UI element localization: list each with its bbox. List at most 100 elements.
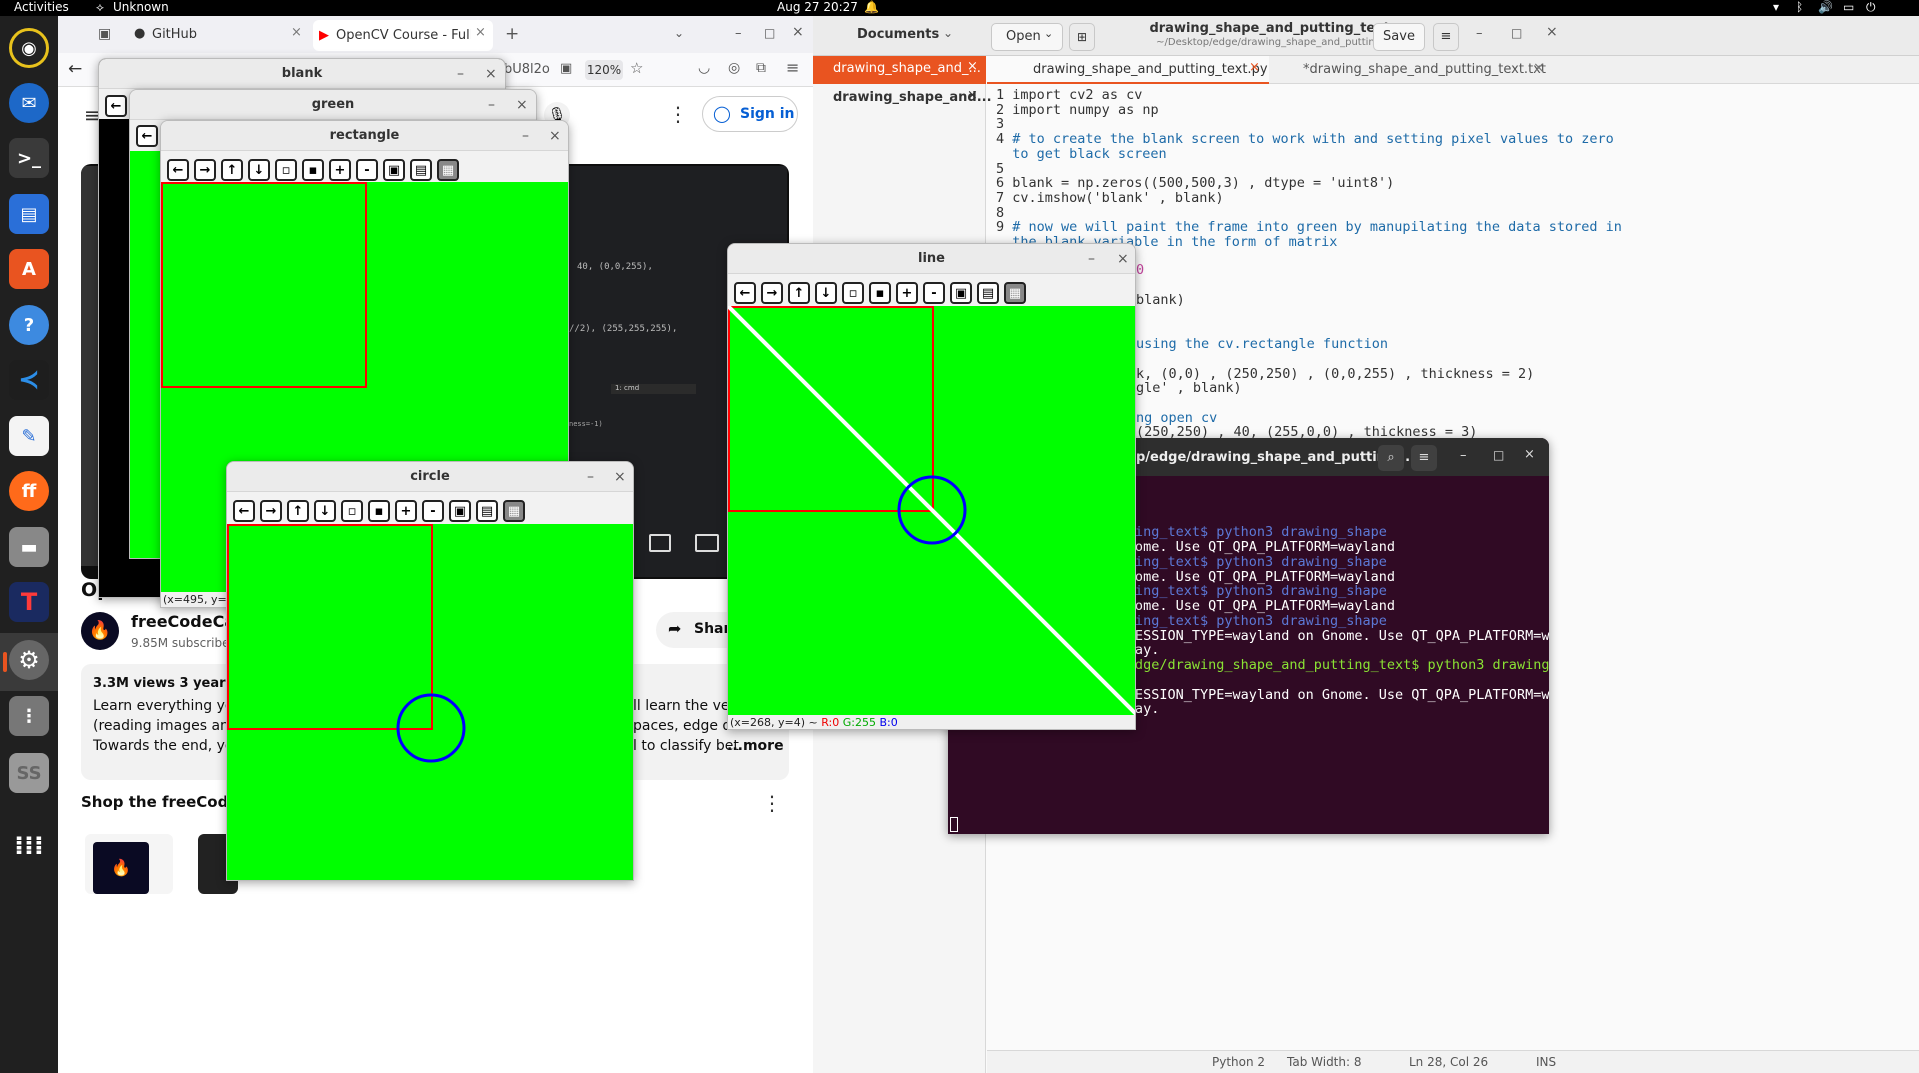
line-canvas[interactable] bbox=[728, 306, 1135, 715]
pan-up-icon[interactable]: ↑ bbox=[788, 282, 810, 304]
maximize-button[interactable]: □ bbox=[1511, 26, 1522, 40]
zoom-in-icon[interactable]: + bbox=[395, 500, 417, 522]
vscode-icon[interactable]: ≺ bbox=[9, 360, 49, 400]
text-editor-icon[interactable]: ✎ bbox=[9, 416, 49, 456]
zoom-level[interactable]: 120% bbox=[585, 60, 623, 80]
back-icon[interactable]: ← bbox=[68, 59, 82, 79]
close-button[interactable]: × bbox=[614, 462, 626, 492]
thunderbird-icon[interactable]: ✉ bbox=[9, 83, 49, 123]
minimize-button[interactable]: – bbox=[1476, 26, 1483, 41]
more-vert-icon[interactable]: ⋮ bbox=[762, 791, 782, 815]
cv-window-line[interactable]: line – × ← → ↑ ↓ ▫ ▪ + - ▣ ▤ ▦ (x=268, y… bbox=[727, 243, 1136, 730]
pan-up-icon[interactable]: ↑ bbox=[287, 500, 309, 522]
save-button[interactable]: Save bbox=[1373, 23, 1425, 51]
zoom-in-icon[interactable]: + bbox=[896, 282, 918, 304]
new-tab-icon[interactable]: ⊞ bbox=[1069, 23, 1095, 51]
url-fragment[interactable]: bU8l2o bbox=[504, 62, 550, 77]
bookmark-star-icon[interactable]: ☆ bbox=[630, 59, 643, 77]
tab-opencv[interactable]: ▶ OpenCV Course - Full Tut × bbox=[313, 20, 493, 51]
show-more-link[interactable]: ...more bbox=[727, 738, 784, 754]
zoom-original-icon[interactable]: ▪ bbox=[302, 159, 324, 181]
pan-down-icon[interactable]: ↓ bbox=[815, 282, 837, 304]
close-button[interactable]: × bbox=[516, 90, 528, 120]
properties-icon[interactable]: ▦ bbox=[503, 500, 525, 522]
zoom-fit-icon[interactable]: ▫ bbox=[842, 282, 864, 304]
pan-left-icon[interactable]: ← bbox=[136, 125, 158, 147]
minimize-button[interactable]: – bbox=[1460, 448, 1467, 463]
close-button[interactable]: × bbox=[1524, 447, 1535, 462]
network-icon[interactable]: ⟡ bbox=[96, 0, 104, 15]
pan-down-icon[interactable]: ↓ bbox=[314, 500, 336, 522]
editor-tab[interactable]: *drawing_shape_and_putting_text.txt bbox=[1303, 62, 1546, 77]
files-icon[interactable]: ▬ bbox=[9, 527, 49, 567]
activities-button[interactable]: Activities bbox=[14, 0, 69, 15]
volume-icon[interactable]: 🔊 bbox=[1818, 0, 1833, 15]
copy-icon[interactable]: ▤ bbox=[410, 159, 432, 181]
pan-up-icon[interactable]: ↑ bbox=[221, 159, 243, 181]
cv-window-circle[interactable]: circle – × ← → ↑ ↓ ▫ ▪ + - ▣ ▤ ▦ bbox=[226, 461, 634, 881]
zoom-fit-icon[interactable]: ▫ bbox=[275, 159, 297, 181]
writer-icon[interactable]: ▤ bbox=[9, 194, 49, 234]
pan-down-icon[interactable]: ↓ bbox=[248, 159, 270, 181]
power-icon[interactable]: ⏻ bbox=[1866, 0, 1876, 15]
search-icon[interactable]: ⌕ bbox=[1378, 445, 1404, 471]
tab-github[interactable]: ● GitHub × bbox=[134, 24, 306, 48]
chevron-down-icon[interactable]: ⌄ bbox=[674, 26, 684, 40]
zoom-original-icon[interactable]: ▪ bbox=[368, 500, 390, 522]
sidebar-doc[interactable]: drawing_shape_and... × bbox=[813, 84, 992, 112]
close-icon[interactable]: × bbox=[1533, 60, 1545, 76]
help-icon[interactable]: ? bbox=[9, 305, 49, 345]
appcenter-icon[interactable]: A bbox=[9, 249, 49, 289]
copy-icon[interactable]: ▤ bbox=[476, 500, 498, 522]
bluetooth-icon[interactable]: ᛒ bbox=[1796, 0, 1803, 15]
texmaker-icon[interactable]: T bbox=[9, 582, 49, 622]
save-icon[interactable]: ▣ bbox=[383, 159, 405, 181]
close-button[interactable]: × bbox=[1117, 244, 1129, 274]
pan-right-icon[interactable]: → bbox=[761, 282, 783, 304]
tab-width-selector[interactable]: Tab Width: 8 bbox=[1287, 1055, 1361, 1069]
tab-list-icon[interactable]: ▣ bbox=[98, 26, 111, 42]
zoom-original-icon[interactable]: ▪ bbox=[869, 282, 891, 304]
sign-in-button[interactable]: ◯ Sign in bbox=[702, 96, 798, 132]
clock[interactable]: Aug 27 20:27 bbox=[777, 0, 858, 15]
apps-grid-icon[interactable]: ⁞⁞⁞ bbox=[9, 826, 49, 866]
editor-tab-active[interactable]: drawing_shape_and_putting_text.py × bbox=[987, 56, 1269, 84]
close-button[interactable]: × bbox=[485, 59, 497, 89]
disk-icon[interactable]: ⋮ bbox=[9, 696, 49, 736]
circle-canvas[interactable] bbox=[227, 524, 633, 880]
maximize-button[interactable]: □ bbox=[1493, 448, 1504, 462]
close-icon[interactable]: × bbox=[967, 59, 978, 74]
wifi-icon[interactable]: ▾ bbox=[1773, 0, 1779, 15]
menu-icon[interactable]: ≡ bbox=[1411, 445, 1437, 471]
close-button[interactable]: × bbox=[1546, 24, 1558, 40]
close-icon[interactable]: × bbox=[1249, 60, 1260, 75]
minimize-button[interactable]: – bbox=[522, 121, 529, 151]
pan-left-icon[interactable]: ← bbox=[734, 282, 756, 304]
more-vert-icon[interactable]: ⋮ bbox=[668, 102, 688, 126]
close-icon[interactable]: × bbox=[967, 88, 978, 103]
pocket-icon[interactable]: ◡ bbox=[698, 60, 710, 76]
battery-icon[interactable]: ▭ bbox=[1843, 0, 1854, 15]
properties-icon[interactable]: ▦ bbox=[1004, 282, 1026, 304]
close-button[interactable]: × bbox=[549, 121, 561, 151]
save-icon[interactable]: ▣ bbox=[950, 282, 972, 304]
cursor-position[interactable]: Ln 28, Col 26 bbox=[1409, 1055, 1488, 1069]
extensions-icon[interactable]: ⧉ bbox=[756, 60, 766, 76]
settings-icon[interactable]: ⚙ bbox=[9, 640, 49, 680]
terminal-icon[interactable]: >_ bbox=[9, 138, 49, 178]
pan-right-icon[interactable]: → bbox=[194, 159, 216, 181]
close-button[interactable]: × bbox=[792, 24, 804, 40]
maximize-button[interactable]: □ bbox=[764, 26, 775, 40]
channel-avatar[interactable]: 🔥 bbox=[81, 612, 119, 650]
pan-left-icon[interactable]: ← bbox=[105, 95, 127, 117]
pan-left-icon[interactable]: ← bbox=[167, 159, 189, 181]
new-tab-button[interactable]: + bbox=[505, 24, 519, 44]
minimize-button[interactable]: – bbox=[457, 59, 464, 89]
minimize-button[interactable]: – bbox=[1088, 244, 1095, 274]
miniplayer-icon[interactable] bbox=[649, 534, 671, 552]
rhythmbox-icon[interactable]: ◉ bbox=[9, 28, 49, 68]
zoom-out-icon[interactable]: - bbox=[356, 159, 378, 181]
zoom-in-icon[interactable]: + bbox=[329, 159, 351, 181]
close-icon[interactable]: × bbox=[291, 25, 302, 40]
menu-icon[interactable]: ≡ bbox=[1433, 23, 1459, 51]
